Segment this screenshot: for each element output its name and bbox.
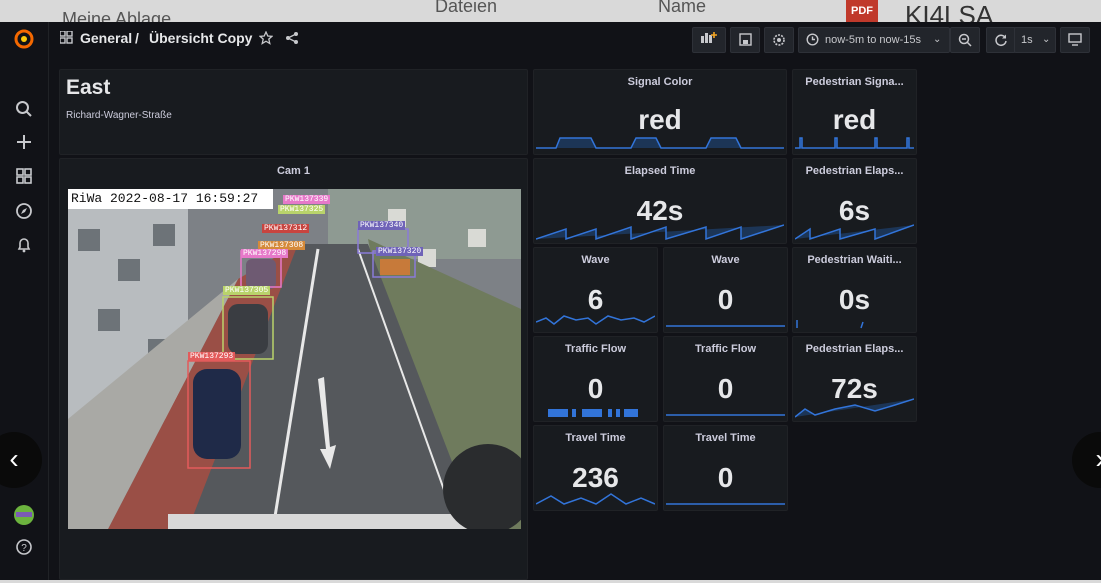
alerting-bell-icon[interactable] bbox=[12, 236, 36, 260]
stat-title: Travel Time bbox=[695, 432, 756, 444]
pdf-icon: PDF bbox=[846, 0, 878, 22]
sparkline bbox=[795, 398, 914, 418]
grafana-logo-icon[interactable] bbox=[12, 28, 36, 52]
detection-label: PKW137340 bbox=[358, 221, 406, 230]
breadcrumb-dashboard[interactable]: Übersicht Copy bbox=[149, 30, 252, 46]
breadcrumb-separator: / bbox=[135, 30, 139, 46]
clock-icon bbox=[806, 28, 819, 54]
stat-pedestrian-elapsed-1: Pedestrian Elaps... 6s bbox=[792, 158, 917, 244]
bg-column-files: Dateien bbox=[435, 0, 498, 16]
camera-feed-image: RiWa 2022-08-17 16:59:27 PKW137339 PKW13… bbox=[68, 189, 521, 529]
stat-title: Travel Time bbox=[565, 432, 626, 444]
help-icon[interactable]: ? bbox=[12, 538, 36, 562]
sparkline bbox=[666, 325, 785, 327]
sparkline bbox=[795, 137, 914, 149]
stat-title: Elapsed Time bbox=[624, 165, 696, 177]
stat-pedestrian-waiting: Pedestrian Waiti... 0s bbox=[792, 247, 917, 333]
stat-title: Wave bbox=[711, 254, 740, 266]
bg-column-name: Name bbox=[658, 0, 707, 16]
dashboard-navbar: General / Übersicht Copy now-5m to now-1… bbox=[48, 22, 1101, 56]
stat-signal-color: Signal Color red bbox=[533, 69, 787, 155]
stat-title: Pedestrian Waiti... bbox=[807, 254, 902, 266]
sparkline bbox=[536, 493, 655, 505]
stat-pedestrian-signal: Pedestrian Signa... red bbox=[792, 69, 917, 155]
dashboards-icon[interactable] bbox=[12, 167, 36, 191]
sparkline bbox=[795, 224, 914, 241]
detection-label: PKW137312 bbox=[262, 224, 310, 233]
avatar[interactable] bbox=[12, 504, 36, 528]
time-range-label: now-5m to now-15s bbox=[825, 34, 921, 46]
stat-title: Wave bbox=[581, 254, 610, 266]
screenshot-viewer: ? General / Übersicht Copy now-5m to now… bbox=[0, 22, 1101, 580]
add-panel-button[interactable] bbox=[692, 27, 726, 53]
star-icon[interactable] bbox=[258, 30, 274, 50]
stat-elapsed-time: Elapsed Time 42s bbox=[533, 158, 787, 244]
dashboard-grid-icon bbox=[59, 30, 73, 49]
stat-wave-1: Wave 6 bbox=[533, 247, 658, 333]
breadcrumb-folder[interactable]: General bbox=[80, 30, 132, 46]
tv-mode-icon[interactable] bbox=[1060, 27, 1090, 53]
refresh-interval-picker[interactable]: 1s ⌄ bbox=[1014, 27, 1056, 53]
stat-title: Signal Color bbox=[627, 76, 693, 88]
refresh-interval-label: 1s bbox=[1021, 34, 1033, 46]
panel-east-header: East Richard-Wagner-Straße bbox=[59, 69, 528, 155]
stat-title: Pedestrian Elaps... bbox=[805, 343, 904, 355]
save-dashboard-button[interactable] bbox=[730, 27, 760, 53]
stat-travel-time-2: Travel Time 0 bbox=[663, 425, 788, 511]
sparkline bbox=[548, 409, 638, 417]
sparkline bbox=[536, 315, 655, 325]
stat-title: Traffic Flow bbox=[564, 343, 627, 355]
detection-label: PKW137293 bbox=[188, 352, 236, 361]
stat-wave-2: Wave 0 bbox=[663, 247, 788, 333]
camera-timestamp: RiWa 2022-08-17 16:59:27 bbox=[71, 191, 259, 206]
stat-title: Traffic Flow bbox=[694, 343, 757, 355]
plus-icon[interactable] bbox=[12, 133, 36, 157]
detection-label: PKW137320 bbox=[376, 247, 424, 256]
sparkline bbox=[536, 137, 784, 149]
grafana-sidebar: ? bbox=[0, 22, 49, 580]
detection-label: PKW137325 bbox=[278, 205, 326, 214]
explore-icon[interactable] bbox=[12, 202, 36, 226]
stat-traffic-flow-2: Traffic Flow 0 bbox=[663, 336, 788, 422]
chevron-down-icon: ⌄ bbox=[1042, 34, 1051, 45]
refresh-icon[interactable] bbox=[986, 27, 1016, 53]
time-range-picker[interactable]: now-5m to now-15s ⌄ bbox=[798, 27, 950, 53]
search-icon[interactable] bbox=[12, 100, 36, 124]
stat-travel-time-1: Travel Time 236 bbox=[533, 425, 658, 511]
detection-label: PKW137339 bbox=[283, 195, 331, 204]
sparkline bbox=[796, 320, 864, 329]
settings-gear-icon[interactable] bbox=[764, 27, 794, 53]
panel-cam-1: Cam 1 RiWa 2022-08-17 16:59:27 PKW137339… bbox=[59, 158, 528, 580]
stat-title: Pedestrian Signa... bbox=[805, 76, 904, 88]
panel-subtitle-street: Richard-Wagner-Straße bbox=[66, 110, 172, 121]
sparkline bbox=[666, 503, 785, 505]
zoom-out-icon[interactable] bbox=[950, 27, 980, 53]
chevron-down-icon: ⌄ bbox=[933, 34, 942, 45]
detection-label: PKW137305 bbox=[223, 286, 271, 295]
panel-title-cam: Cam 1 bbox=[276, 165, 311, 177]
panel-title-east: East bbox=[66, 76, 111, 99]
sparkline bbox=[666, 414, 785, 416]
sparkline bbox=[536, 224, 784, 241]
detection-label: PKW137298 bbox=[241, 249, 289, 258]
stat-traffic-flow-1: Traffic Flow 0 bbox=[533, 336, 658, 422]
stat-title: Pedestrian Elaps... bbox=[805, 165, 904, 177]
svg-text:?: ? bbox=[21, 543, 27, 554]
share-icon[interactable] bbox=[285, 31, 299, 50]
stat-pedestrian-elapsed-2: Pedestrian Elaps... 72s bbox=[792, 336, 917, 422]
